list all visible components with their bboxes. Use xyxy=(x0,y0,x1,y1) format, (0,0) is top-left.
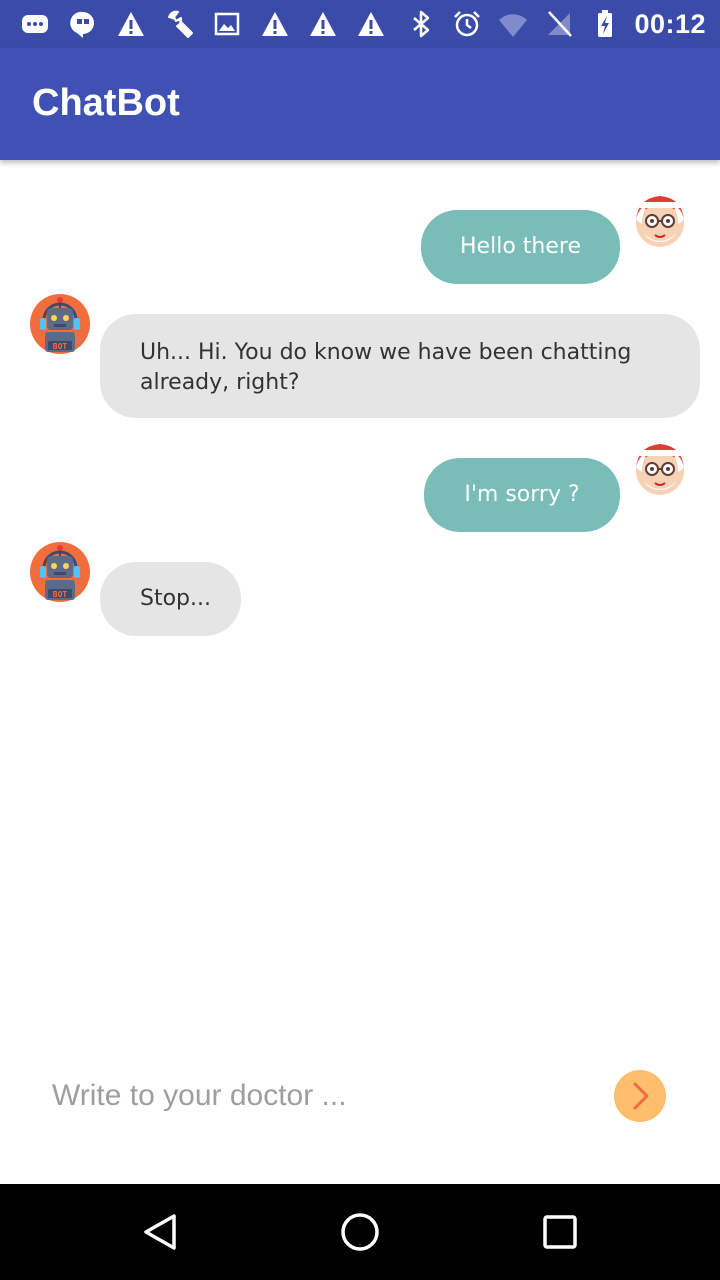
back-button[interactable] xyxy=(136,1208,184,1256)
message-composer xyxy=(0,1040,720,1184)
grandma-avatar xyxy=(630,438,690,498)
warning-icon xyxy=(306,8,340,40)
message-text: Stop... xyxy=(140,586,211,611)
warning-icon xyxy=(354,8,388,40)
battery-charging-icon xyxy=(588,8,622,40)
send-button[interactable] xyxy=(614,1070,666,1122)
recents-icon xyxy=(543,1215,577,1249)
wrench-icon xyxy=(162,8,196,40)
back-icon xyxy=(144,1214,176,1250)
grandma-avatar xyxy=(630,190,690,250)
robot-avatar: BOT xyxy=(30,294,90,354)
message-bubble: Stop... xyxy=(100,562,241,636)
chevron-right-icon xyxy=(633,1082,649,1110)
message-bot: BOT Stop... xyxy=(0,538,720,658)
svg-text:BOT: BOT xyxy=(53,590,68,599)
message-text: I'm sorry ? xyxy=(464,482,580,507)
no-sim-icon xyxy=(542,8,576,40)
navigation-bar xyxy=(0,1184,720,1280)
message-bubble: Uh... Hi. You do know we have been chatt… xyxy=(100,314,700,418)
bluetooth-icon xyxy=(404,8,438,40)
wifi-icon xyxy=(496,8,530,40)
home-icon xyxy=(341,1213,379,1251)
warning-icon xyxy=(258,8,292,40)
message-text: Hello there xyxy=(460,234,581,259)
status-bar: 00:12 xyxy=(0,0,720,48)
robot-avatar: BOT xyxy=(30,542,90,602)
message-user: I'm sorry ? xyxy=(0,408,720,548)
app-bar: ChatBot xyxy=(0,48,720,160)
message-bubble: I'm sorry ? xyxy=(424,458,620,532)
image-icon xyxy=(210,8,244,40)
home-button[interactable] xyxy=(336,1208,384,1256)
message-user: Hello there xyxy=(0,160,720,300)
warning-icon xyxy=(114,8,148,40)
alarm-icon xyxy=(450,8,484,40)
clock: 00:12 xyxy=(634,8,706,39)
svg-text:BOT: BOT xyxy=(53,342,68,351)
recents-button[interactable] xyxy=(536,1208,584,1256)
message-input[interactable] xyxy=(52,1070,592,1122)
app-title: ChatBot xyxy=(32,82,180,124)
hangouts-icon xyxy=(66,8,100,40)
message-text: Uh... Hi. You do know we have been chatt… xyxy=(140,340,632,395)
system-icons: 00:12 xyxy=(404,8,706,40)
message-icon xyxy=(18,8,52,40)
chat-list[interactable]: Hello there BOT Uh... Hi. You do know we… xyxy=(0,160,720,1040)
notification-icons xyxy=(18,8,388,40)
message-bubble: Hello there xyxy=(421,210,620,284)
